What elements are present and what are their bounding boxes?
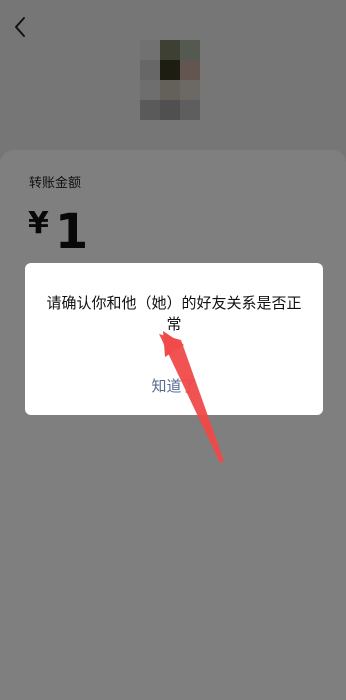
dialog-message: 请确认你和他（她）的好友关系是否正常 — [46, 294, 302, 333]
dialog-ok-button[interactable]: 知道了 — [25, 375, 323, 396]
confirm-dialog: 请确认你和他（她）的好友关系是否正常 知道了 — [25, 263, 323, 415]
